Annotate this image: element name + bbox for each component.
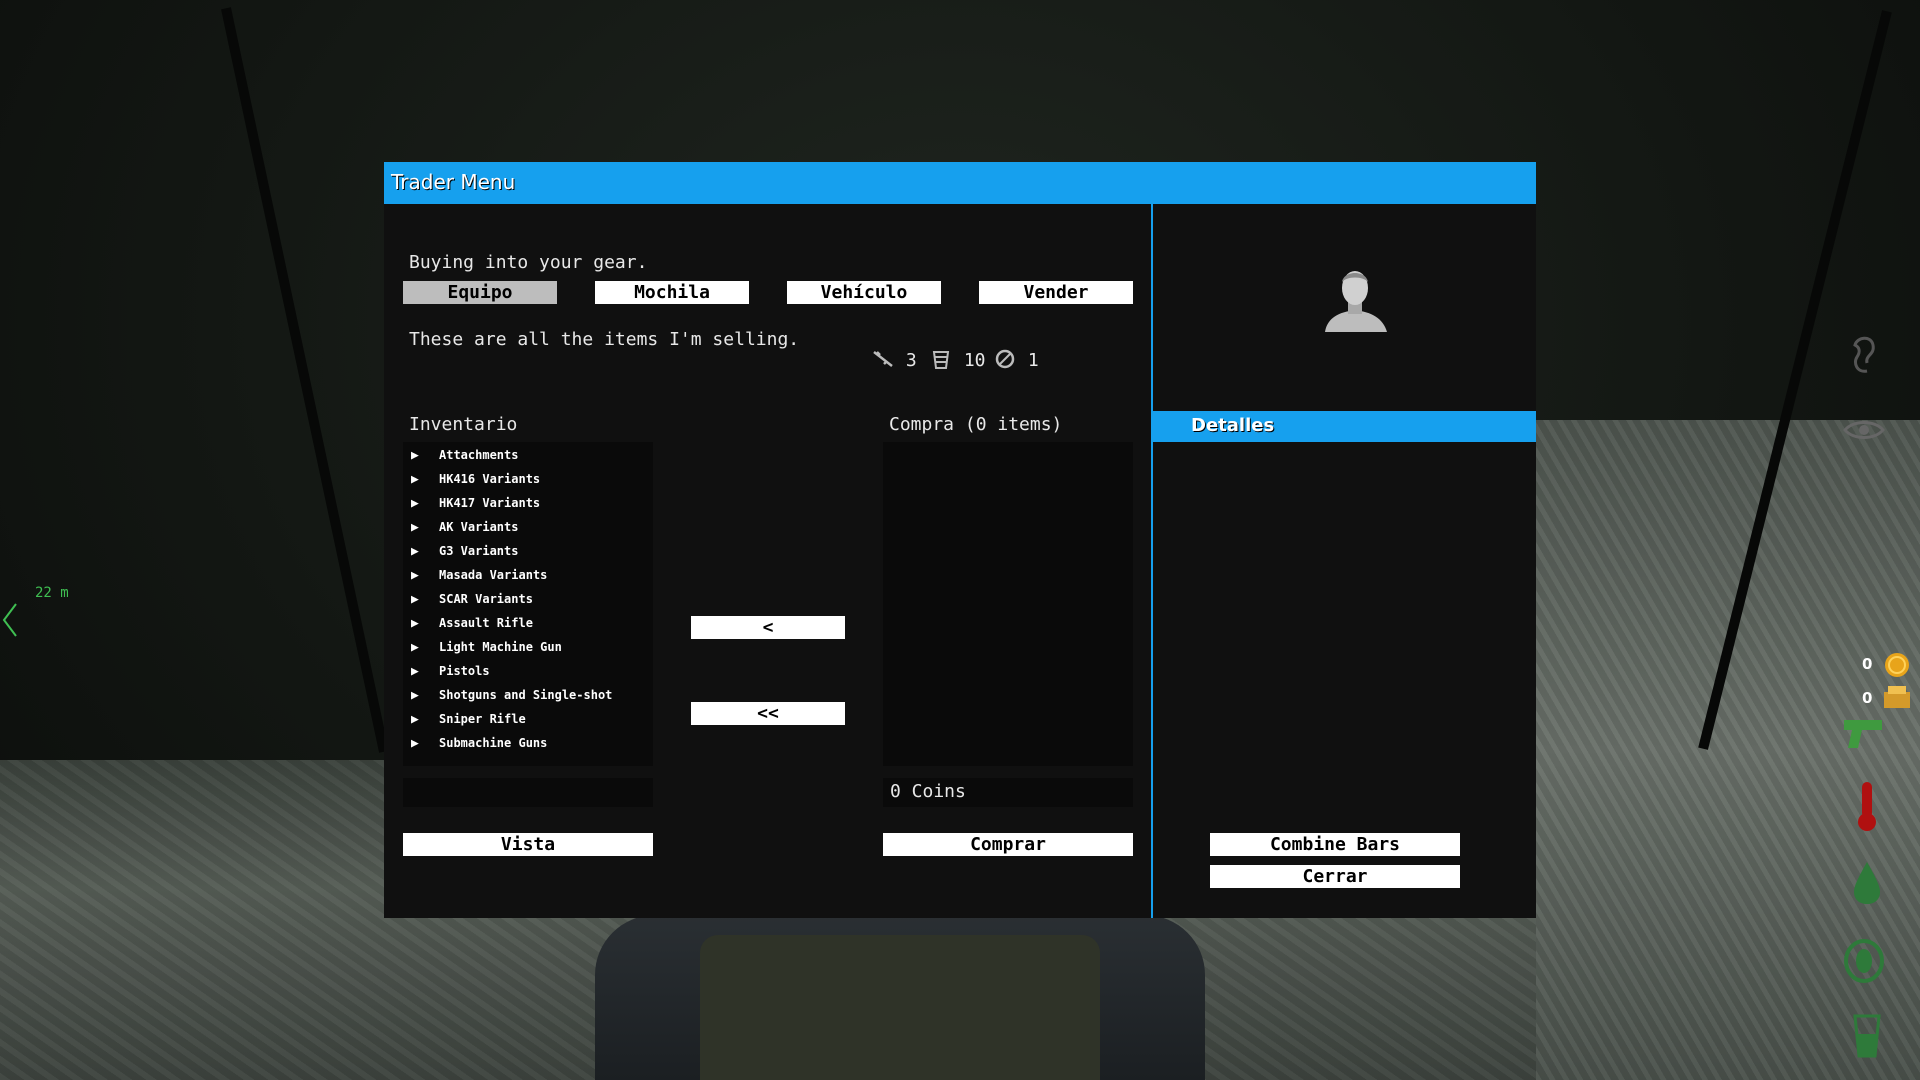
tree-category[interactable]: ▶ Masada Variants — [411, 565, 547, 585]
player-vest — [700, 935, 1100, 1080]
trader-portrait-icon — [1325, 271, 1387, 332]
purchase-total-box: 0 Coins — [883, 778, 1133, 807]
combine-bars-button[interactable]: Combine Bars — [1210, 833, 1460, 856]
item-capacity: 1 — [993, 348, 1039, 371]
details-title: Detalles — [1191, 415, 1275, 436]
bank-count: 0 — [1862, 689, 1873, 707]
window-title: Trader Menu — [391, 170, 516, 194]
remove-one-button[interactable]: < — [691, 616, 845, 639]
expand-arrow-icon[interactable]: ▶ — [411, 566, 439, 586]
tab-vender[interactable]: Vender — [979, 281, 1133, 304]
tab-vehiculo[interactable]: Vehículo — [787, 281, 941, 304]
purchase-title: Compra (0 items) — [889, 414, 1063, 435]
backpack-capacity: 10 — [929, 348, 986, 371]
weapon-status-icon — [1844, 720, 1882, 748]
backpack-icon — [932, 351, 950, 369]
remove-all-button[interactable]: << — [691, 702, 845, 725]
view-button[interactable]: Vista — [403, 833, 653, 856]
expand-arrow-icon[interactable]: ▶ — [411, 470, 439, 490]
background-pole — [221, 7, 389, 753]
tree-category[interactable]: ▶ G3 Variants — [411, 541, 518, 561]
tree-category[interactable]: ▶ AK Variants — [411, 517, 518, 537]
expand-arrow-icon[interactable]: ▶ — [411, 710, 439, 730]
title-bar[interactable]: Trader Menu — [384, 162, 1536, 204]
expand-arrow-icon[interactable]: ▶ — [411, 638, 439, 658]
expand-arrow-icon[interactable]: ▶ — [411, 614, 439, 634]
greeting-text: Buying into your gear. — [409, 252, 648, 273]
inventory-title: Inventario — [409, 414, 518, 435]
expand-arrow-icon[interactable]: ▶ — [411, 518, 439, 538]
tree-category[interactable]: ▶ SCAR Variants — [411, 589, 533, 609]
description-text: These are all the items I'm selling. — [409, 329, 800, 350]
game-scene: 22 m 0 0 Trader Menu Buying into your ge… — [0, 0, 1920, 1080]
coins-count: 0 — [1862, 655, 1873, 673]
backpack-capacity-value: 10 — [963, 350, 986, 371]
ear-icon — [1853, 336, 1875, 373]
tree-category[interactable]: ▶ HK416 Variants — [411, 469, 540, 489]
bank-icon — [1884, 686, 1910, 708]
temperature-icon — [1858, 782, 1876, 831]
weapon-capacity-value: 3 — [905, 350, 917, 371]
blood-icon — [1854, 862, 1880, 904]
expand-arrow-icon[interactable]: ▶ — [411, 662, 439, 682]
distance-readout: 22 m — [35, 585, 69, 601]
item-icon — [995, 349, 1015, 369]
expand-arrow-icon[interactable]: ▶ — [411, 542, 439, 562]
close-button[interactable]: Cerrar — [1210, 865, 1460, 888]
details-header: Detalles — [1153, 411, 1536, 442]
purchase-total: 0 Coins — [890, 781, 966, 802]
trader-dialog: Trader Menu Buying into your gear. Equip… — [384, 162, 1536, 918]
drink-icon — [1853, 1014, 1881, 1058]
weapon-capacity: 3 — [871, 348, 917, 371]
inventory-info-box — [403, 778, 653, 807]
food-icon — [1844, 939, 1884, 983]
tree-category[interactable]: ▶ Assault Rifle — [411, 613, 533, 633]
tab-mochila[interactable]: Mochila — [595, 281, 749, 304]
item-capacity-value: 1 — [1027, 350, 1039, 371]
tree-category[interactable]: ▶ Pistols — [411, 661, 490, 681]
inventory-tree[interactable]: ▶ Attachments ▶ HK416 Variants ▶ HK417 Vari… — [403, 442, 653, 766]
tree-category[interactable]: ▶ Sniper Rifle — [411, 709, 526, 729]
panel-divider — [1151, 204, 1153, 918]
tree-category[interactable]: ▶ Submachine Guns — [411, 733, 547, 753]
compass-arrow-icon — [2, 603, 17, 637]
buy-button[interactable]: Comprar — [883, 833, 1133, 856]
expand-arrow-icon[interactable]: ▶ — [411, 446, 439, 466]
tree-category[interactable]: ▶ HK417 Variants — [411, 493, 540, 513]
expand-arrow-icon[interactable]: ▶ — [411, 734, 439, 754]
tab-equipo[interactable]: Equipo — [403, 281, 557, 304]
expand-arrow-icon[interactable]: ▶ — [411, 686, 439, 706]
coin-icon — [1885, 653, 1909, 677]
weapon-icon — [873, 351, 893, 367]
eye-icon — [1843, 421, 1885, 439]
expand-arrow-icon[interactable]: ▶ — [411, 494, 439, 514]
tree-category[interactable]: ▶ Light Machine Gun — [411, 637, 562, 657]
tree-category[interactable]: ▶ Attachments — [411, 445, 518, 465]
tree-category[interactable]: ▶ Shotguns and Single-shot — [411, 685, 612, 705]
purchase-list[interactable] — [883, 442, 1133, 766]
expand-arrow-icon[interactable]: ▶ — [411, 590, 439, 610]
